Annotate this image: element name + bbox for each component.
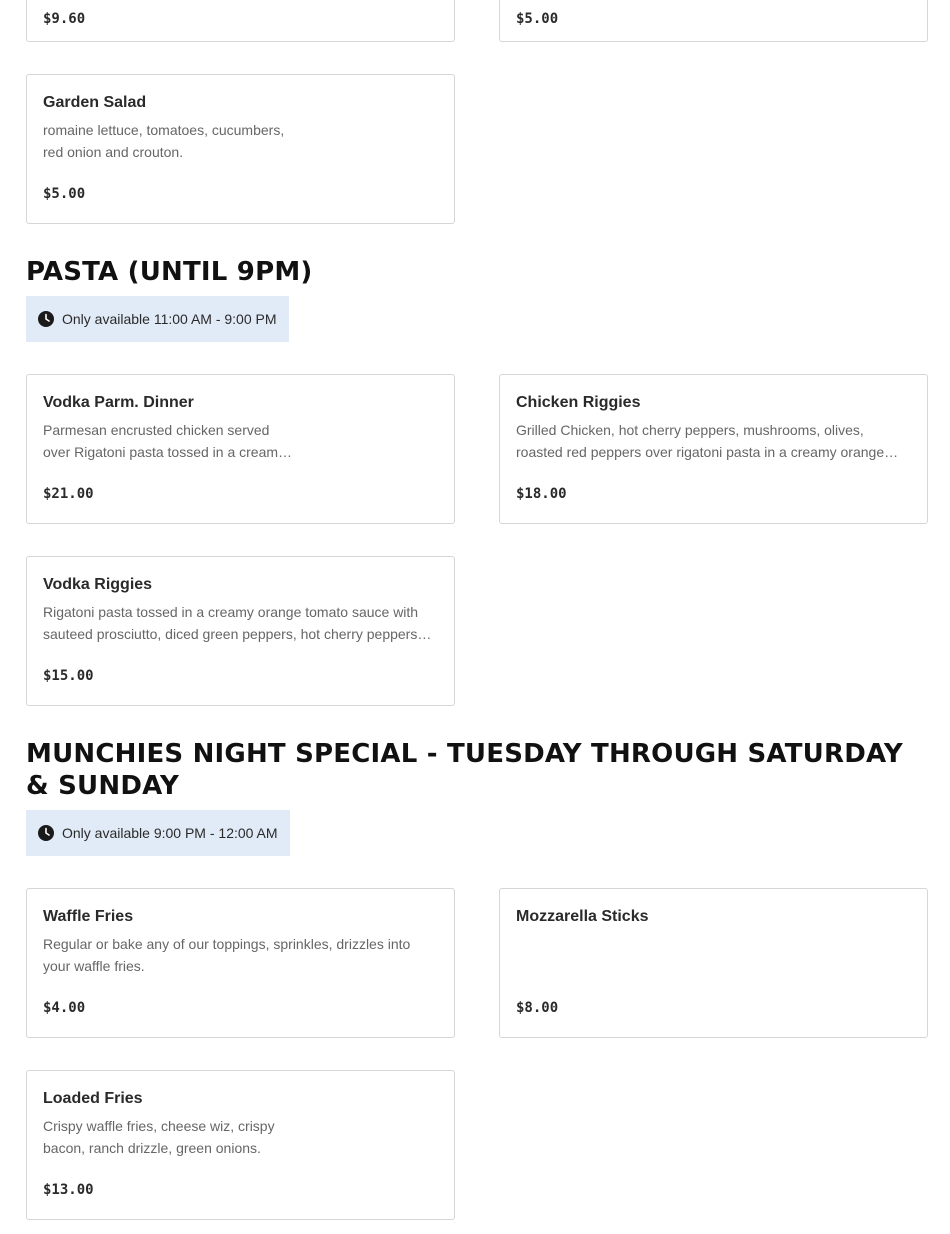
menu-item-card[interactable]: Loaded Fries Crispy waffle fries, cheese… [26,1070,455,1220]
menu-item-card[interactable]: Mozzarella Sticks $8.00 [499,888,928,1038]
item-price: $15.00 [43,668,94,684]
item-price: $18.00 [516,486,567,502]
item-price: $8.00 [516,1000,559,1016]
clock-icon [38,311,54,327]
item-name: Garden Salad [43,94,147,111]
section-title: MUNCHIES NIGHT SPECIAL - TUESDAY THROUGH… [26,739,903,801]
item-price: $5.00 [516,11,559,27]
section-title: PASTA (UNTIL 9PM) [26,257,313,287]
item-price: $13.00 [43,1182,94,1198]
menu-item-card[interactable]: Garden Salad romaine lettuce, tomatoes, … [26,74,455,224]
availability-text: Only available 9:00 PM - 12:00 AM [62,825,278,841]
item-name: Waffle Fries [43,908,134,925]
availability-text: Only available 11:00 AM - 9:00 PM [62,311,277,327]
menu-item-card[interactable]: $9.60 [26,0,455,42]
availability-banner: Only available 11:00 AM - 9:00 PM [26,296,289,342]
item-description: Crispy waffle fries, cheese wiz, crispy … [43,1118,275,1156]
item-description: Parmesan encrusted chicken served over R… [43,422,293,460]
item-description: Rigatoni pasta tossed in a creamy orange… [43,604,432,642]
item-price: $9.60 [43,11,86,27]
item-name: Loaded Fries [43,1090,143,1107]
item-price: $5.00 [43,186,86,202]
clock-icon [38,825,54,841]
item-name: Vodka Parm. Dinner [43,394,194,411]
menu-item-card[interactable]: Chicken Riggies Grilled Chicken, hot che… [499,374,928,524]
menu-item-card[interactable]: Vodka Parm. Dinner Parmesan encrusted ch… [26,374,455,524]
menu-item-card[interactable]: $5.00 [499,0,928,42]
menu-item-card[interactable]: Waffle Fries Regular or bake any of our … [26,888,455,1038]
item-price: $21.00 [43,486,94,502]
menu-item-card[interactable]: Vodka Riggies Rigatoni pasta tossed in a… [26,556,455,706]
item-description: Regular or bake any of our toppings, spr… [43,936,411,974]
item-description: romaine lettuce, tomatoes, cucumbers, re… [43,122,285,160]
item-description: Grilled Chicken, hot cherry peppers, mus… [516,422,899,460]
item-name: Mozzarella Sticks [516,908,649,925]
availability-banner: Only available 9:00 PM - 12:00 AM [26,810,290,856]
item-price: $4.00 [43,1000,86,1016]
item-name: Chicken Riggies [516,394,641,411]
item-name: Vodka Riggies [43,576,153,593]
